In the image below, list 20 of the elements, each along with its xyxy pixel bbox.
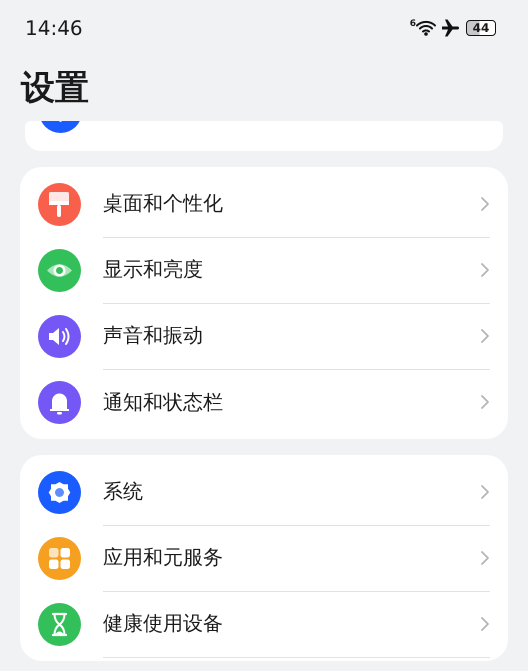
settings-item[interactable]: 声音和振动 bbox=[103, 322, 480, 349]
status-time: 14:46 bbox=[25, 16, 83, 40]
settings-item[interactable]: 系统 bbox=[103, 478, 480, 505]
settings-item[interactable]: 应用和元服务 bbox=[103, 544, 480, 571]
wifi-icon bbox=[416, 20, 436, 36]
settings-item[interactable]: 显示和亮度 bbox=[103, 256, 480, 283]
wifi-label: 6 bbox=[410, 20, 416, 28]
settings-item[interactable]: 通知和状态栏 bbox=[103, 388, 480, 416]
chevron-icon bbox=[480, 262, 490, 278]
airplane-icon bbox=[441, 18, 461, 36]
settings-item[interactable]: 健康使用设备 bbox=[103, 610, 480, 637]
battery-level: 44 bbox=[466, 20, 496, 36]
page-title: 设置 bbox=[21, 67, 90, 110]
chevron-icon bbox=[480, 616, 490, 632]
chevron-icon bbox=[480, 394, 490, 410]
chevron-icon bbox=[480, 550, 490, 566]
chevron-icon bbox=[480, 196, 490, 212]
chevron-icon bbox=[480, 484, 490, 500]
settings-item[interactable]: 桌面和个性化 bbox=[103, 190, 480, 217]
chevron-icon bbox=[480, 328, 490, 344]
